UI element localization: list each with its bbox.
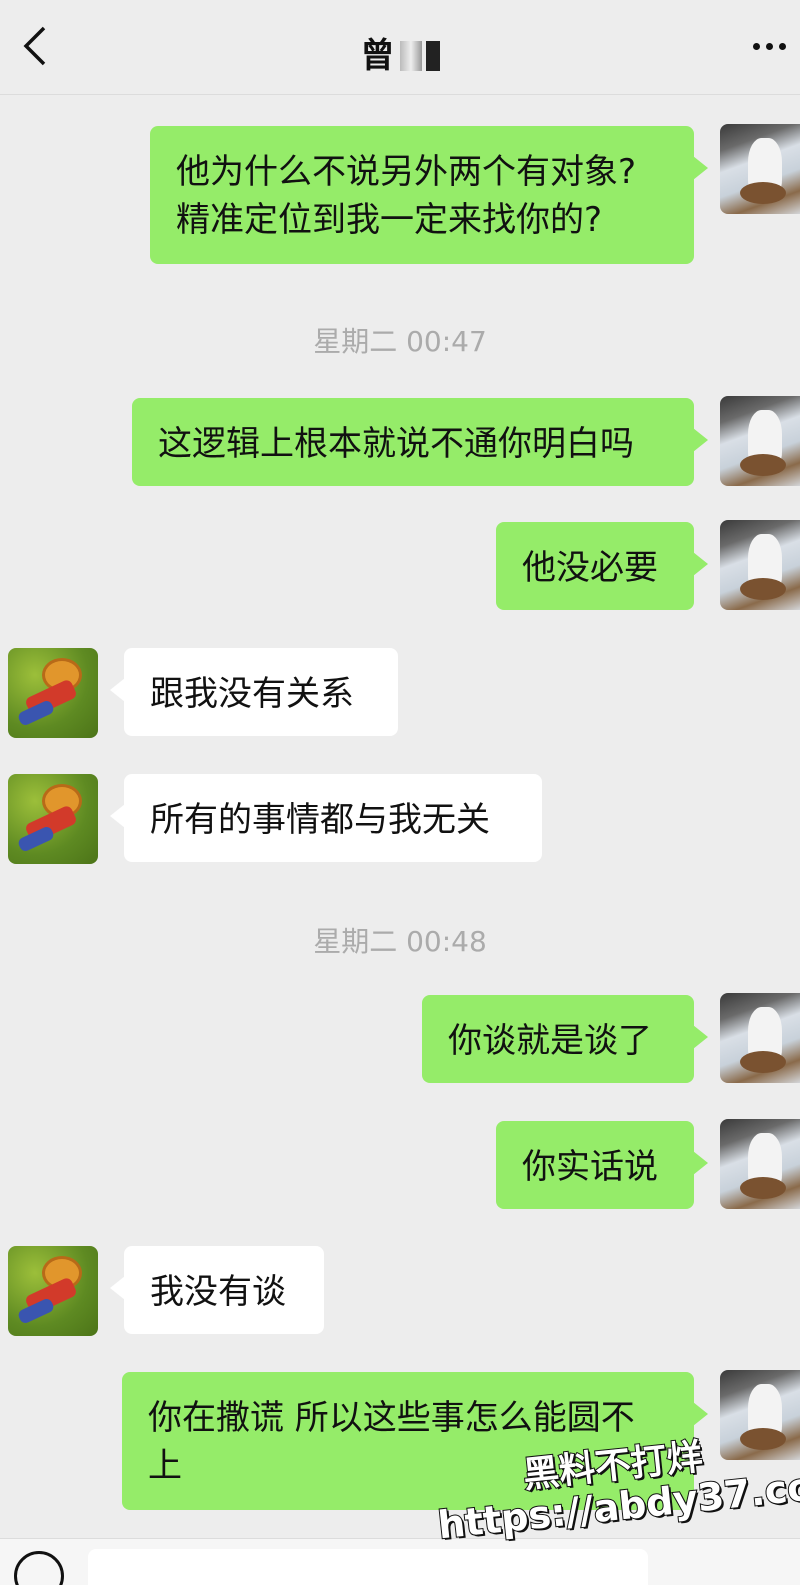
redacted-name-block [425,41,440,71]
redacted-name-blur [399,41,422,71]
message-bubble-incoming[interactable]: 所有的事情都与我无关 [110,774,542,862]
more-options-button[interactable] [744,26,794,66]
more-horizontal-icon [752,42,786,50]
message-bubble-incoming[interactable]: 跟我没有关系 [110,648,398,736]
chat-title: 曾 [0,28,800,77]
chat-header: 曾 [0,0,800,95]
message-bubble-outgoing[interactable]: 这逻辑上根本就说不通你明白吗 [132,398,708,486]
contact-name: 曾 [360,36,396,76]
contact-avatar[interactable] [8,774,98,864]
contact-avatar[interactable] [8,1246,98,1336]
self-avatar[interactable] [720,124,800,214]
message-bubble-outgoing[interactable]: 你实话说 [496,1121,708,1209]
self-avatar[interactable] [720,993,800,1083]
message-timestamp: 星期二 00:47 [313,325,487,358]
message-bubble-incoming[interactable]: 我没有谈 [110,1246,324,1334]
self-avatar[interactable] [720,520,800,610]
self-avatar[interactable] [720,1119,800,1209]
message-bubble-outgoing[interactable]: 你谈就是谈了 [422,995,708,1083]
message-bubble-outgoing[interactable]: 他没必要 [496,522,708,610]
contact-avatar[interactable] [8,648,98,738]
message-timestamp: 星期二 00:48 [313,925,487,958]
voice-input-icon[interactable] [14,1551,64,1585]
message-bubble-outgoing[interactable]: 他为什么不说另外两个有对象? 精准定位到我一定来找你的? [150,126,708,264]
self-avatar[interactable] [720,396,800,486]
